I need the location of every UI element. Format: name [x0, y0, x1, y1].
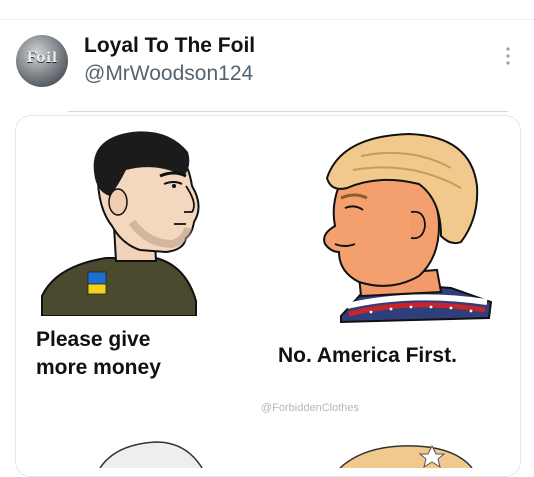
partial-figure-bottom-right: [339, 444, 473, 468]
right-caption: No. America First.: [278, 344, 457, 367]
more-vertical-icon[interactable]: [503, 44, 513, 68]
header-divider: [68, 111, 508, 112]
avatar[interactable]: Foil: [16, 35, 68, 87]
tweet-header: Foil Loyal To The Foil @MrWoodson124: [0, 0, 534, 120]
avatar-logo-text: Foil: [26, 50, 58, 66]
partial-figure-bottom-left: [99, 441, 203, 468]
display-name[interactable]: Loyal To The Foil: [84, 34, 255, 58]
left-figure-illustration: [41, 131, 200, 316]
user-handle[interactable]: @MrWoodson124: [84, 62, 253, 86]
tweet-media-image[interactable]: Please give more money No. America First…: [15, 115, 521, 477]
ukraine-flag-patch: [87, 271, 107, 295]
watermark: @ForbiddenClothes: [261, 402, 359, 414]
right-figure-illustration: [323, 132, 493, 324]
left-caption: Please give more money: [36, 328, 161, 379]
